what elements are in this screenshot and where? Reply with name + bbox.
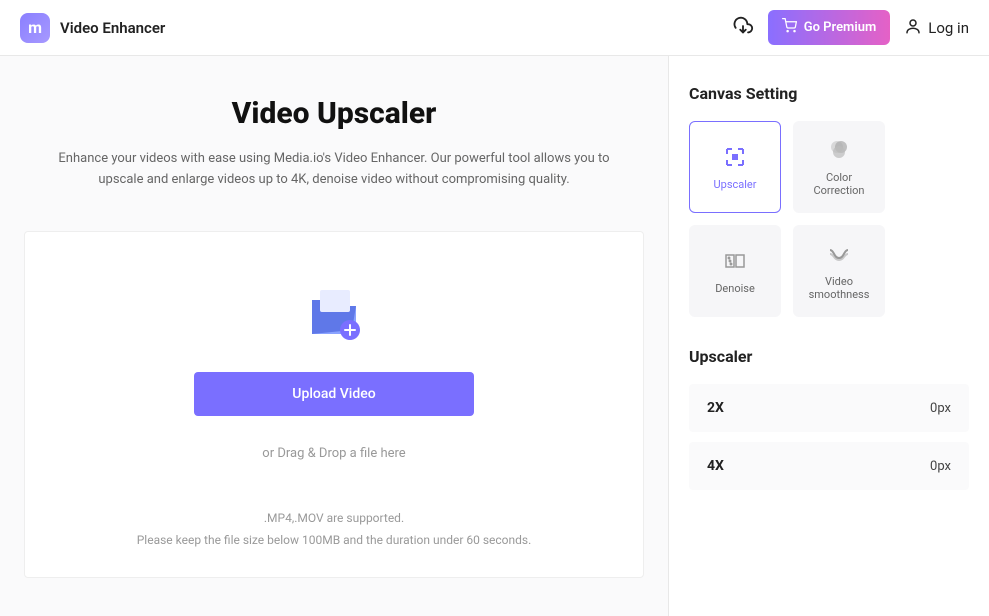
supported-formats-text: .MP4,.MOV are supported. xyxy=(55,511,613,525)
canvas-tile-color-correction[interactable]: Color Correction xyxy=(793,121,885,213)
scale-label: 4X xyxy=(707,458,724,474)
premium-label: Go Premium xyxy=(804,20,877,35)
header: m Video Enhancer Go Premium Log in xyxy=(0,0,989,56)
upscaler-icon xyxy=(722,144,748,170)
canvas-tile-upscaler[interactable]: Upscaler xyxy=(689,121,781,213)
upscaler-section-title: Upscaler xyxy=(689,347,969,366)
smoothness-icon xyxy=(826,241,852,267)
canvas-tile-label: Upscaler xyxy=(714,178,757,191)
scale-option-4x[interactable]: 4X 0px xyxy=(689,442,969,490)
cloud-download-icon[interactable] xyxy=(732,15,754,41)
go-premium-button[interactable]: Go Premium xyxy=(768,10,891,45)
canvas-tile-denoise[interactable]: Denoise xyxy=(689,225,781,317)
canvas-tile-label: Video smoothness xyxy=(800,275,878,301)
left-panel: Video Upscaler Enhance your videos with … xyxy=(0,56,669,616)
file-limit-text: Please keep the file size below 100MB an… xyxy=(55,533,613,547)
color-correction-icon xyxy=(826,137,852,163)
canvas-setting-title: Canvas Setting xyxy=(689,84,969,103)
right-panel: Canvas Setting Upscaler Color Correction… xyxy=(669,56,989,616)
cart-icon xyxy=(782,18,797,37)
canvas-tile-video-smoothness[interactable]: Video smoothness xyxy=(793,225,885,317)
user-icon xyxy=(904,17,922,39)
header-left: m Video Enhancer xyxy=(20,13,165,43)
page-title: Video Upscaler xyxy=(20,96,648,131)
canvas-tile-label: Color Correction xyxy=(800,171,878,197)
folder-upload-icon xyxy=(294,272,374,352)
upload-video-button[interactable]: Upload Video xyxy=(194,372,474,416)
scale-option-2x[interactable]: 2X 0px xyxy=(689,384,969,432)
upload-card[interactable]: Upload Video or Drag & Drop a file here … xyxy=(24,231,644,578)
drag-drop-text: or Drag & Drop a file here xyxy=(55,446,613,461)
denoise-icon xyxy=(722,248,748,274)
header-right: Go Premium Log in xyxy=(732,10,969,45)
scale-label: 2X xyxy=(707,400,724,416)
scale-value: 0px xyxy=(930,401,951,416)
app-title: Video Enhancer xyxy=(60,19,165,37)
login-label: Log in xyxy=(928,19,969,37)
app-logo: m xyxy=(20,13,50,43)
main-content: Video Upscaler Enhance your videos with … xyxy=(0,56,989,616)
scale-value: 0px xyxy=(930,459,951,474)
login-button[interactable]: Log in xyxy=(904,17,969,39)
canvas-grid: Upscaler Color Correction Denoise Video … xyxy=(689,121,969,317)
page-description: Enhance your videos with ease using Medi… xyxy=(44,149,624,191)
canvas-tile-label: Denoise xyxy=(715,282,755,295)
